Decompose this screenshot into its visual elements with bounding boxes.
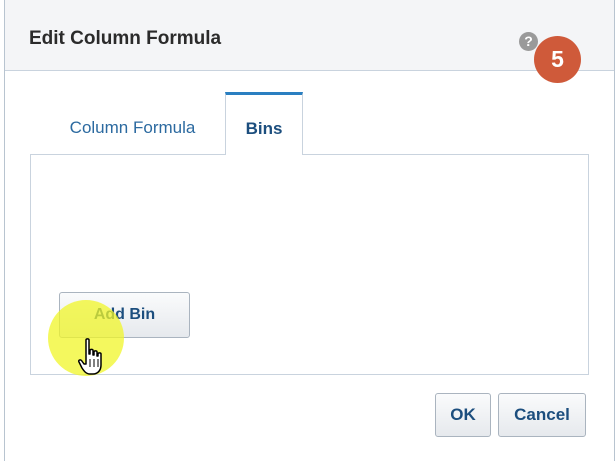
dialog-title-bar: Edit Column Formula ? (5, 0, 614, 71)
bins-content-panel: Add Bin (30, 154, 589, 375)
tab-bins[interactable]: Bins (225, 92, 303, 155)
add-bin-button[interactable]: Add Bin (59, 292, 190, 338)
cancel-button[interactable]: Cancel (498, 393, 586, 437)
edit-column-formula-dialog: Edit Column Formula ? Column Formula Bin… (4, 0, 615, 461)
help-icon[interactable]: ? (519, 32, 538, 51)
step-number-badge: 5 (534, 36, 581, 83)
dialog-title: Edit Column Formula (29, 28, 222, 49)
tab-column-formula[interactable]: Column Formula (40, 92, 225, 154)
ok-button[interactable]: OK (435, 393, 491, 437)
tab-bar: Column Formula Bins (30, 92, 591, 155)
hand-pointer-icon (78, 338, 102, 375)
